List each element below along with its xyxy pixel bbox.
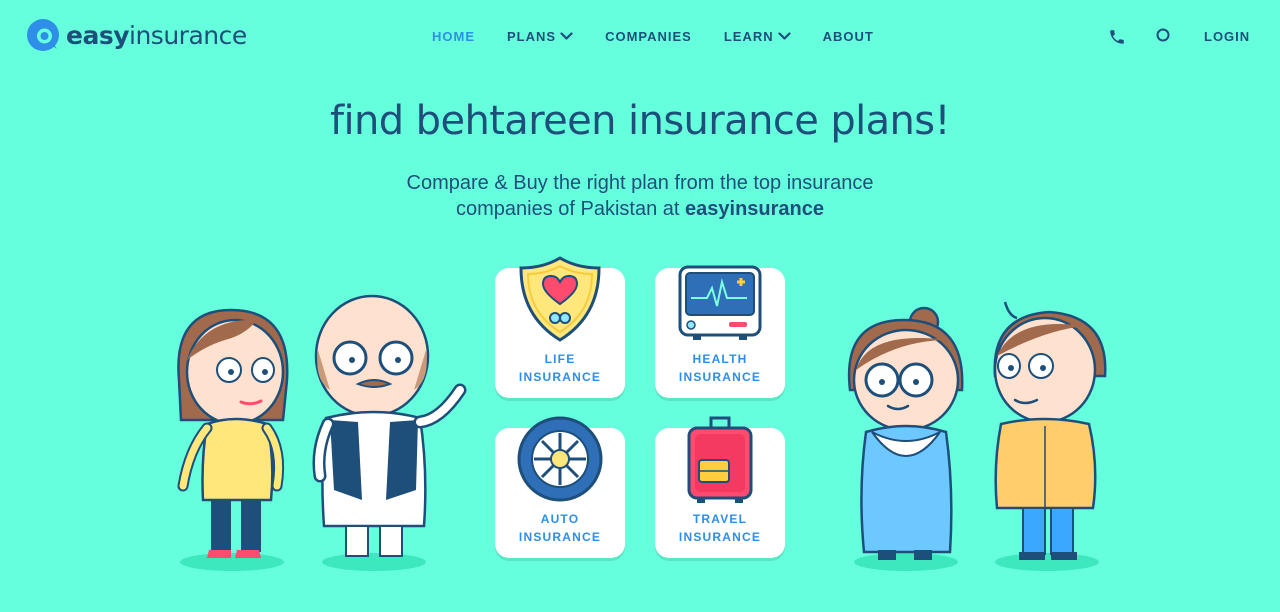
nav-home[interactable]: HOME bbox=[432, 29, 475, 44]
main-nav: HOME PLANS COMPANIES LEARN ABOUT bbox=[432, 29, 906, 44]
card-label-line1: LIFE bbox=[544, 352, 576, 366]
heart-monitor-icon bbox=[678, 265, 762, 340]
hero-subtitle-line2: companies of Pakistan at bbox=[455, 198, 680, 220]
card-label-line2: INSURANCE bbox=[678, 530, 762, 544]
shield-heart-icon bbox=[519, 256, 601, 342]
card-label-line1: TRAVEL bbox=[692, 512, 748, 526]
card-label: AUTO INSURANCE bbox=[495, 510, 625, 546]
nav-learn-label: LEARN bbox=[723, 29, 774, 44]
card-label: HEALTH INSURANCE bbox=[655, 350, 785, 386]
card-label-line2: INSURANCE bbox=[678, 370, 762, 384]
illustration-young-man bbox=[993, 301, 1107, 571]
card-label-line2: INSURANCE bbox=[518, 530, 602, 544]
chevron-down-icon bbox=[560, 32, 573, 40]
logo-text-easy: easy bbox=[66, 20, 130, 50]
wheel-icon bbox=[517, 416, 603, 502]
nav-plans-label: PLANS bbox=[507, 29, 557, 44]
card-label: TRAVEL INSURANCE bbox=[655, 510, 785, 546]
nav-learn[interactable]: LEARN bbox=[724, 29, 791, 44]
phone-icon[interactable] bbox=[1108, 28, 1126, 46]
hero-subtitle-brand: easyinsurance bbox=[685, 198, 824, 220]
search-icon[interactable] bbox=[1155, 27, 1171, 43]
nav-about[interactable]: ABOUT bbox=[823, 29, 874, 44]
illustration-woman-yellow bbox=[177, 308, 289, 571]
card-label-line1: HEALTH bbox=[692, 352, 748, 366]
auto-insurance-card[interactable]: AUTO INSURANCE bbox=[495, 416, 625, 558]
nav-about-label: ABOUT bbox=[822, 29, 874, 44]
nav-home-label: HOME bbox=[432, 29, 475, 44]
hero-title: find behtareen insurance plans! bbox=[330, 98, 951, 144]
nav-plans[interactable]: PLANS bbox=[507, 29, 573, 44]
logo-icon bbox=[27, 19, 59, 51]
card-label: LIFE INSURANCE bbox=[495, 350, 625, 386]
life-insurance-card[interactable]: LIFE INSURANCE bbox=[495, 256, 625, 398]
logo-text-insurance: insurance bbox=[129, 20, 247, 50]
header-tools: LOGIN bbox=[1080, 27, 1280, 47]
nav-companies-label: COMPANIES bbox=[605, 29, 692, 44]
logo-link[interactable]: easyinsurance bbox=[26, 18, 247, 52]
health-insurance-card[interactable]: HEALTH INSURANCE bbox=[655, 265, 785, 398]
suitcase-icon bbox=[687, 416, 753, 503]
logo-text: easyinsurance bbox=[66, 21, 247, 50]
card-label-line1: AUTO bbox=[540, 512, 580, 526]
travel-insurance-card[interactable]: TRAVEL INSURANCE bbox=[655, 416, 785, 558]
login-link[interactable]: LOGIN bbox=[1204, 29, 1250, 44]
hero-subtitle: Compare & Buy the right plan from the to… bbox=[0, 170, 1280, 222]
illustration-old-man bbox=[312, 294, 467, 571]
hero-subtitle-line1: Compare & Buy the right plan from the to… bbox=[406, 172, 874, 194]
chevron-down-icon bbox=[778, 32, 791, 40]
card-label-line2: INSURANCE bbox=[518, 370, 602, 384]
illustration-old-woman bbox=[847, 306, 964, 571]
nav-companies[interactable]: COMPANIES bbox=[605, 29, 692, 44]
